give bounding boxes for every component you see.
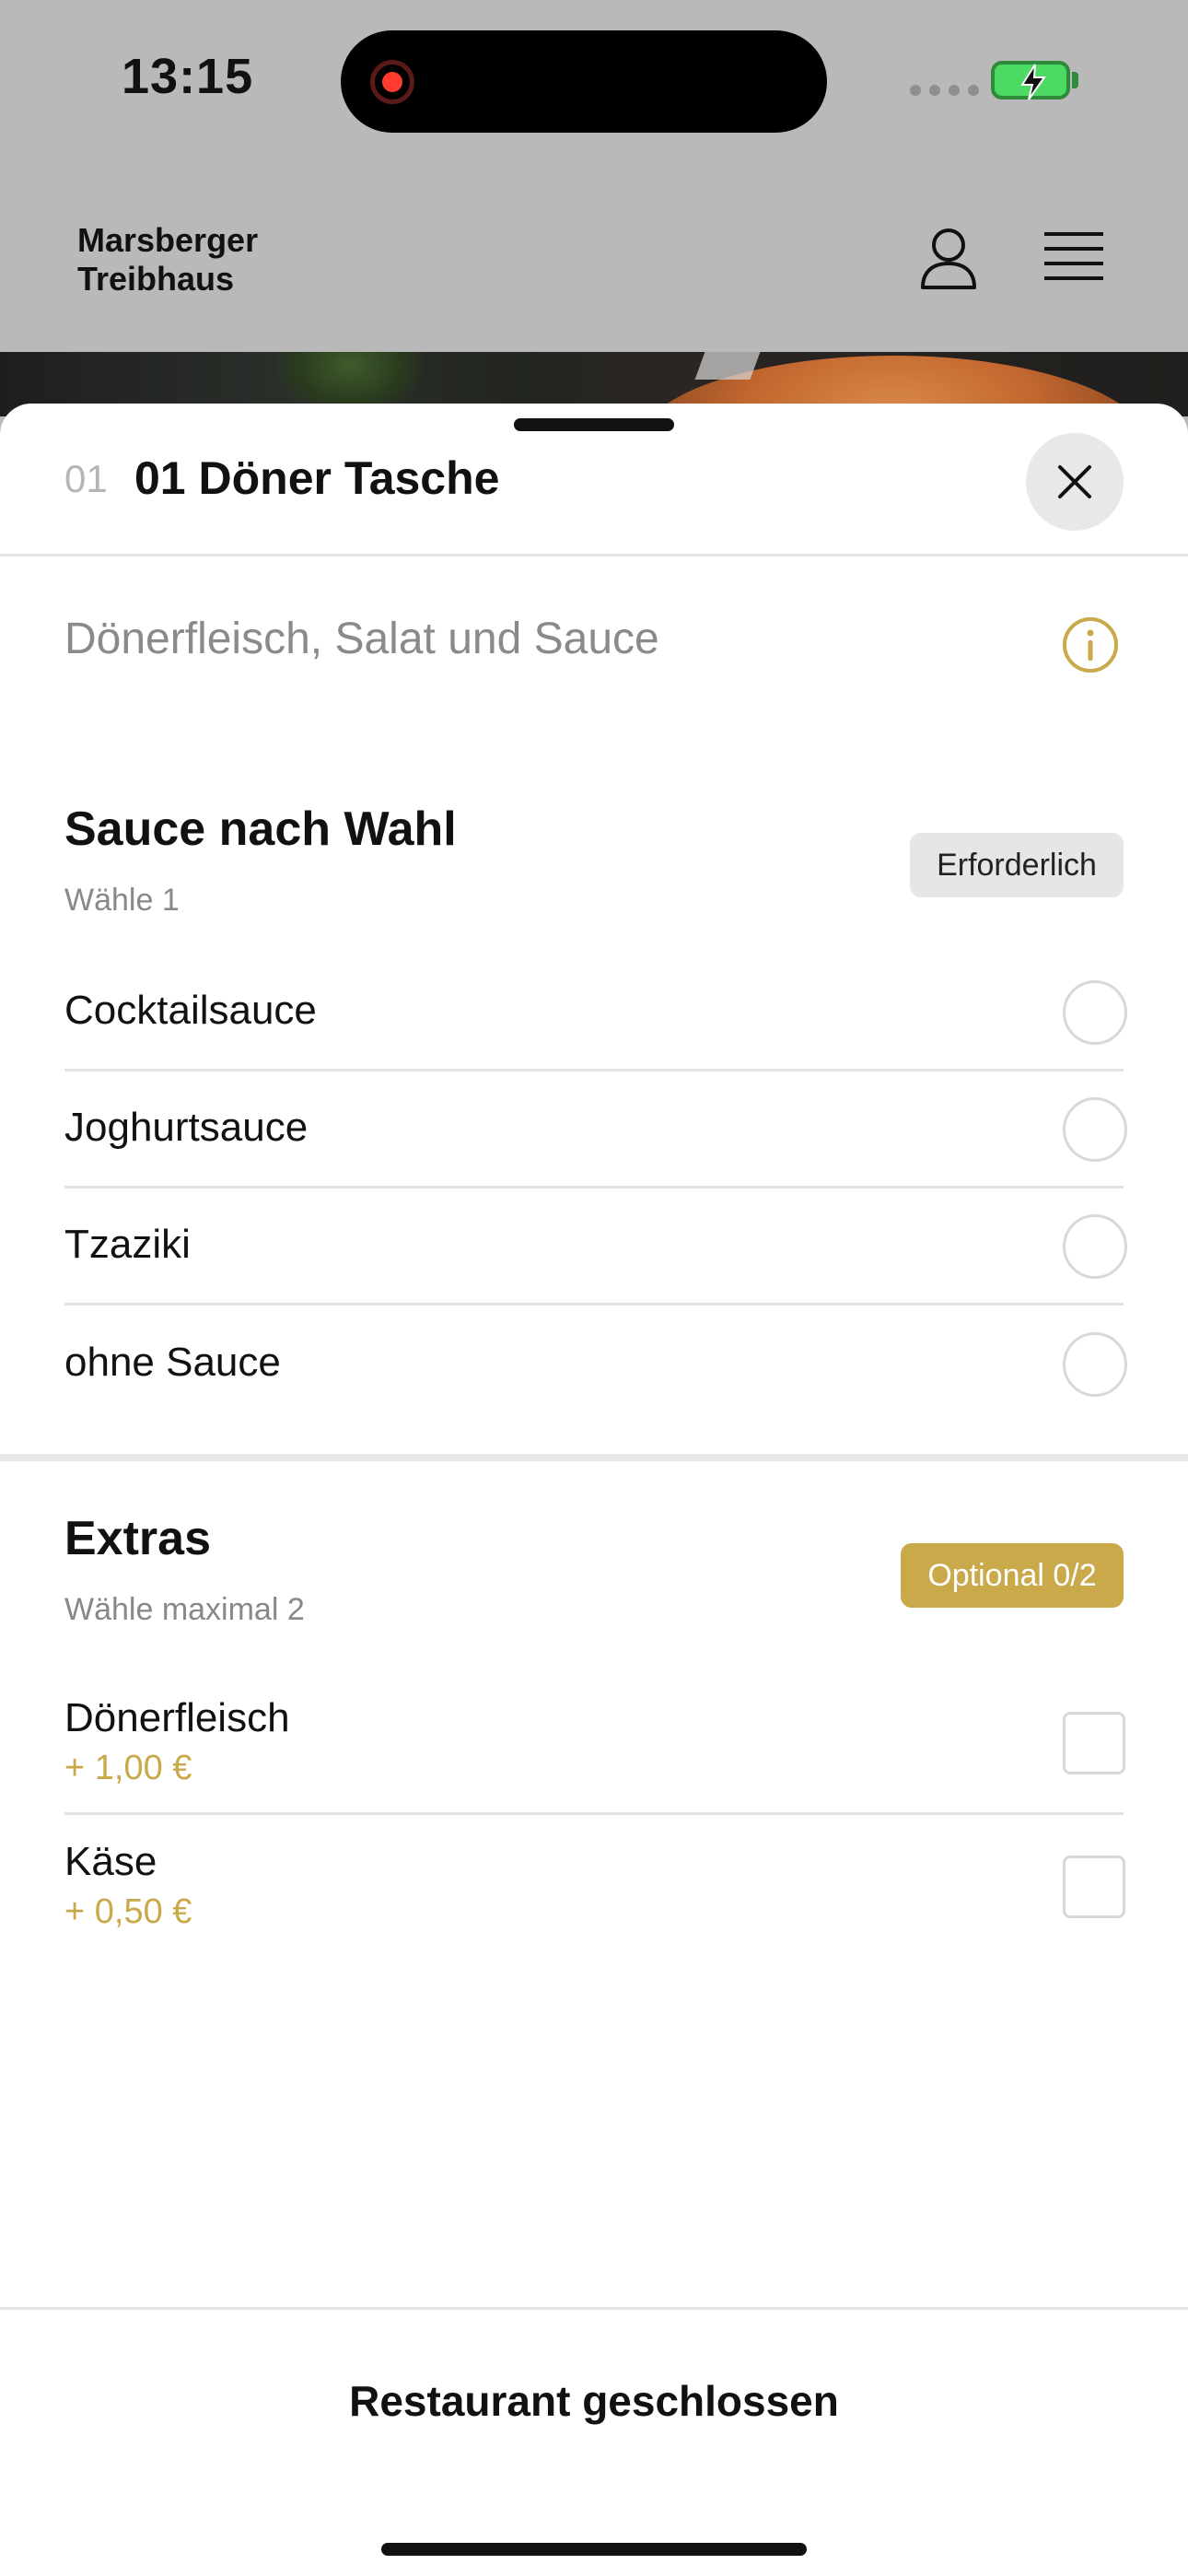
battery-charging-icon — [991, 61, 1070, 100]
record-dot-icon — [370, 60, 414, 104]
brand-line-1: Marsberger — [77, 221, 259, 259]
extra-option-kaese[interactable]: Käse + 0,50 € — [64, 1815, 1125, 1959]
sauce-group-title: Sauce nach Wahl — [64, 802, 457, 856]
extra-price: + 1,00 € — [64, 1749, 192, 1787]
radio-button[interactable] — [1063, 980, 1127, 1045]
home-indicator[interactable] — [381, 2543, 807, 2556]
brand-line-2: Treibhaus — [77, 260, 235, 298]
status-bar: 13:15 — [0, 0, 1188, 166]
option-label: Cocktailsauce — [64, 988, 317, 1033]
screen: 13:15 Marsberger Treibhaus 01 01 Döner T… — [0, 0, 1188, 2576]
sauce-option-cocktailsauce[interactable]: Cocktailsauce — [64, 954, 1127, 1071]
radio-button[interactable] — [1063, 1332, 1127, 1397]
signal-icon — [910, 85, 979, 96]
hero-paper — [694, 352, 761, 380]
extra-option-doenerfleisch[interactable]: Dönerfleisch + 1,00 € — [64, 1671, 1125, 1815]
radio-button[interactable] — [1063, 1214, 1127, 1279]
option-label: Joghurtsauce — [64, 1105, 309, 1150]
optional-badge: Optional 0/2 — [901, 1543, 1124, 1608]
brand-logo[interactable]: Marsberger Treibhaus — [77, 221, 258, 299]
restaurant-closed-button[interactable]: Restaurant geschlossen — [0, 2376, 1188, 2426]
user-icon[interactable] — [919, 227, 978, 291]
close-button[interactable] — [1026, 433, 1124, 531]
extras-group-title: Extras — [64, 1512, 211, 1565]
checkbox[interactable] — [1063, 1856, 1125, 1918]
sauce-group-subtitle: Wähle 1 — [64, 883, 180, 918]
hamburger-menu-icon[interactable] — [1044, 230, 1103, 282]
radio-button[interactable] — [1063, 1097, 1127, 1162]
item-title: 01 Döner Tasche — [134, 452, 500, 504]
extra-price: + 0,50 € — [64, 1892, 192, 1931]
sauce-option-tzaziki[interactable]: Tzaziki — [64, 1188, 1127, 1306]
status-time: 13:15 — [122, 49, 254, 104]
app-header: Marsberger Treibhaus — [0, 166, 1188, 352]
option-label: ohne Sauce — [64, 1340, 281, 1385]
close-icon — [1058, 465, 1091, 498]
required-badge: Erforderlich — [910, 833, 1124, 897]
sheet-title-row: 01 01 Döner Tasche — [0, 404, 1188, 556]
item-description: Dönerfleisch, Salat und Sauce — [64, 615, 659, 663]
checkbox[interactable] — [1063, 1712, 1125, 1774]
sauce-option-joghurtsauce[interactable]: Joghurtsauce — [64, 1071, 1127, 1188]
extra-label: Käse — [64, 1839, 157, 1884]
sauce-option-ohne-sauce[interactable]: ohne Sauce — [64, 1306, 1127, 1423]
sheet-footer: Restaurant geschlossen — [0, 2307, 1188, 2576]
info-icon[interactable] — [1061, 615, 1120, 674]
section-divider — [0, 1454, 1188, 1461]
product-sheet: 01 01 Döner Tasche Dönerfleisch, Salat u… — [0, 404, 1188, 2576]
option-label: Tzaziki — [64, 1222, 191, 1267]
battery-tip — [1072, 72, 1078, 88]
dynamic-island — [341, 30, 827, 133]
item-number: 01 — [64, 457, 108, 500]
extras-group-subtitle: Wähle maximal 2 — [64, 1592, 305, 1627]
extra-label: Dönerfleisch — [64, 1695, 290, 1740]
